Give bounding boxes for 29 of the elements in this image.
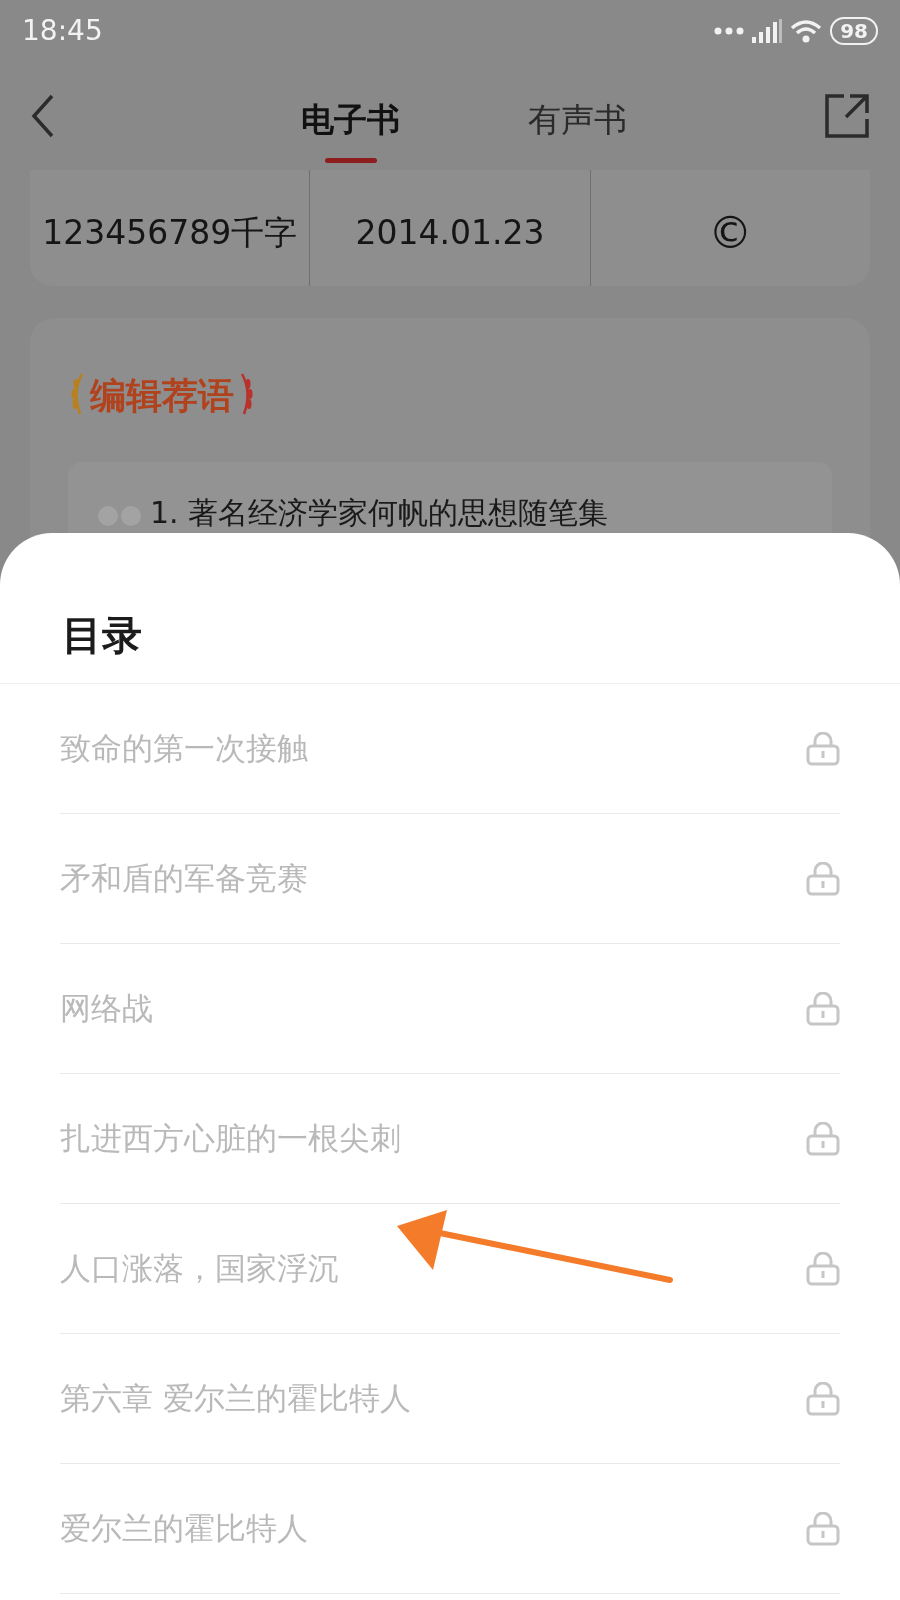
lock-icon xyxy=(806,861,840,896)
tab[interactable]: 有声书 xyxy=(528,95,627,163)
chapter-title[interactable]: 第六章 爱尔兰的霍比特人 xyxy=(60,1375,411,1422)
status-time: 18:45 xyxy=(22,13,103,49)
stat-value: 123456789千字 xyxy=(42,212,298,255)
back-icon[interactable] xyxy=(30,94,56,138)
chapter-title[interactable]: 人口涨落，国家浮沉 xyxy=(60,1245,339,1292)
lock-icon xyxy=(806,1381,840,1416)
more-dots-icon xyxy=(714,27,745,35)
share-icon[interactable] xyxy=(824,93,870,139)
chapter-title[interactable]: 致命的第一次接触 xyxy=(60,725,308,772)
lock-icon xyxy=(806,1121,840,1156)
lock-icon xyxy=(806,1511,840,1546)
section-title: 编辑荐语 xyxy=(90,373,234,418)
chapter-title[interactable]: 矛和盾的军备竞赛 xyxy=(60,855,308,902)
chapter-title[interactable]: 扎进西方心脏的一根尖刺 xyxy=(60,1115,401,1162)
lock-icon xyxy=(806,731,840,766)
stat-value: 2014.01.23 xyxy=(355,212,545,255)
sheet-title: 目录 xyxy=(0,533,900,684)
tab[interactable]: 电子书 xyxy=(301,95,400,163)
lock-icon xyxy=(806,991,840,1026)
wifi-icon xyxy=(790,19,823,43)
lock-icon xyxy=(806,1251,840,1286)
signal-icon xyxy=(752,19,783,43)
quote-text: 1. 著名经济学家何帆的思想随笔集 xyxy=(150,494,609,532)
chapter-title[interactable]: 网络战 xyxy=(60,985,153,1032)
battery-indicator: 98 xyxy=(830,17,878,45)
chapter-title[interactable]: 爱尔兰的霍比特人 xyxy=(60,1505,308,1552)
stat-value: © xyxy=(708,206,753,260)
